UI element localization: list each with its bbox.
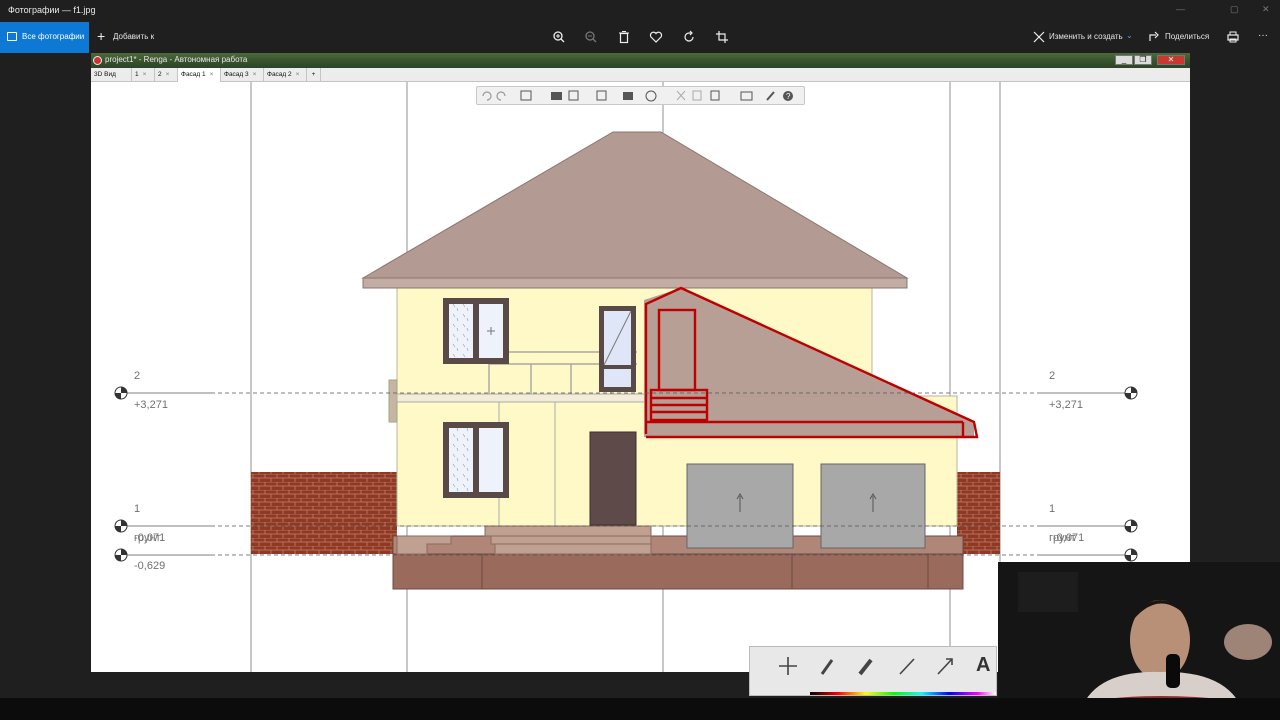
level-name: 2	[134, 370, 141, 382]
svg-text:?: ?	[786, 92, 791, 101]
maximize-button[interactable]: ▢	[1230, 4, 1239, 15]
roof	[361, 131, 909, 279]
view-toolbar: ?	[476, 86, 805, 105]
bottom-bar	[0, 698, 1280, 720]
view-tabs: 3D Вид 1 × 2 × Фасад 1 × Фасад 3 × Фасад 2 × …	[91, 68, 1190, 82]
folder-icon	[551, 92, 562, 100]
tab-close-icon[interactable]: ×	[166, 71, 170, 78]
highlighter-icon	[858, 658, 873, 676]
print-icon[interactable]	[1225, 29, 1241, 45]
level-name: грунт	[134, 532, 161, 544]
level-value: +3,271	[1049, 399, 1083, 411]
command-bar: Все фотографии + Добавить к Изменить и с…	[0, 22, 1280, 53]
tab-level-2[interactable]: 2 ×	[155, 68, 178, 82]
tab-label: 1	[135, 71, 139, 78]
undo-icon	[482, 91, 492, 101]
copy-icon	[692, 90, 702, 101]
level-name: 2	[1049, 370, 1056, 382]
plus-icon: +	[97, 28, 106, 44]
chevron-down-icon[interactable]: ⌄	[1126, 31, 1133, 40]
level-value: +3,271	[134, 399, 168, 411]
level-name: 1	[1049, 503, 1056, 515]
tab-close-icon[interactable]: ×	[253, 71, 257, 78]
zoom-out-icon[interactable]	[583, 29, 599, 45]
more-button[interactable]: ···	[1258, 30, 1268, 41]
renga-restore-button[interactable]: ❐	[1134, 55, 1152, 65]
close-button[interactable]: ✕	[1262, 4, 1270, 15]
export-icon	[596, 90, 607, 101]
level-name: 1	[134, 503, 141, 515]
save-icon	[568, 90, 579, 101]
add-to-button[interactable]: Добавить к	[113, 32, 154, 41]
all-photos-button[interactable]: Все фотографии	[0, 22, 89, 53]
roof-eave	[362, 277, 908, 289]
tab-facade-3[interactable]: Фасад 3 ×	[221, 68, 264, 82]
all-photos-label: Все фотографии	[22, 32, 85, 41]
renga-close-button[interactable]: ✕	[1157, 55, 1185, 65]
entrance-door	[589, 431, 637, 526]
minimize-button[interactable]: —	[1176, 4, 1185, 14]
tab-label: 2	[158, 71, 162, 78]
ink-toolbar: A	[749, 646, 997, 696]
ink-tools	[779, 657, 996, 695]
porch-stairs	[494, 543, 652, 555]
edit-create-button[interactable]: Изменить и создать	[1049, 32, 1123, 41]
cut-icon	[676, 90, 686, 101]
zoom-in-icon[interactable]	[551, 29, 567, 45]
webcam-overlay	[998, 562, 1280, 720]
redo-icon	[496, 91, 506, 101]
crop-icon[interactable]	[714, 29, 730, 45]
tab-label: Фасад 2	[267, 71, 292, 78]
brick-fence-left	[251, 472, 397, 554]
window-title: Фотографии — f1.jpg	[8, 5, 96, 15]
tab-label: Фасад 1	[181, 71, 206, 78]
foundation	[392, 553, 964, 590]
toolbar-icons: ?	[482, 90, 793, 102]
rotate-icon[interactable]	[681, 29, 697, 45]
tab-level-1[interactable]: 1 ×	[132, 68, 155, 82]
pen-icon	[820, 659, 834, 675]
views-icon	[520, 90, 532, 101]
level-name: грунт	[1049, 532, 1076, 544]
photos-icon	[7, 32, 17, 41]
delete-icon[interactable]	[616, 29, 632, 45]
share-button[interactable]: Поделиться	[1165, 32, 1209, 41]
settings-wrench-icon	[766, 91, 775, 101]
arrow-icon	[937, 658, 953, 675]
app-title-bar: Фотографии — f1.jpg — ▢ ✕	[0, 0, 1280, 22]
edit-create-icon	[1031, 29, 1047, 45]
tab-label: Фасад 3	[224, 71, 249, 78]
renga-title: project1* - Renga - Автономная работа	[105, 55, 248, 64]
color-slider	[810, 692, 996, 695]
tab-close-icon[interactable]: ×	[296, 71, 300, 78]
tab-close-icon[interactable]: ×	[143, 71, 147, 78]
text-tool-icon[interactable]: A	[976, 655, 990, 675]
share-icon	[1147, 29, 1163, 45]
renga-logo-icon	[93, 56, 102, 65]
tab-close-icon[interactable]: ×	[210, 71, 214, 78]
presenter-video	[998, 562, 1280, 720]
navigation-icon	[645, 90, 657, 102]
tab-label: 3D Вид	[94, 71, 116, 78]
tab-facade-1[interactable]: Фасад 1 ×	[178, 68, 221, 82]
renga-title-bar: project1* - Renga - Автономная работа _ …	[91, 53, 1190, 68]
line-icon	[899, 658, 915, 675]
paste-icon	[710, 90, 720, 101]
favorite-icon[interactable]	[648, 29, 664, 45]
renga-minimize-button[interactable]: _	[1115, 55, 1133, 65]
layers-icon	[740, 91, 753, 101]
add-tab-button[interactable]: +	[307, 68, 321, 82]
print-icon	[623, 92, 633, 100]
move-icon	[779, 657, 797, 675]
level-value: -0,629	[134, 560, 166, 572]
side-ledge	[388, 379, 398, 423]
tab-facade-2[interactable]: Фасад 2 ×	[264, 68, 307, 82]
tab-3d-view[interactable]: 3D Вид	[91, 68, 132, 82]
